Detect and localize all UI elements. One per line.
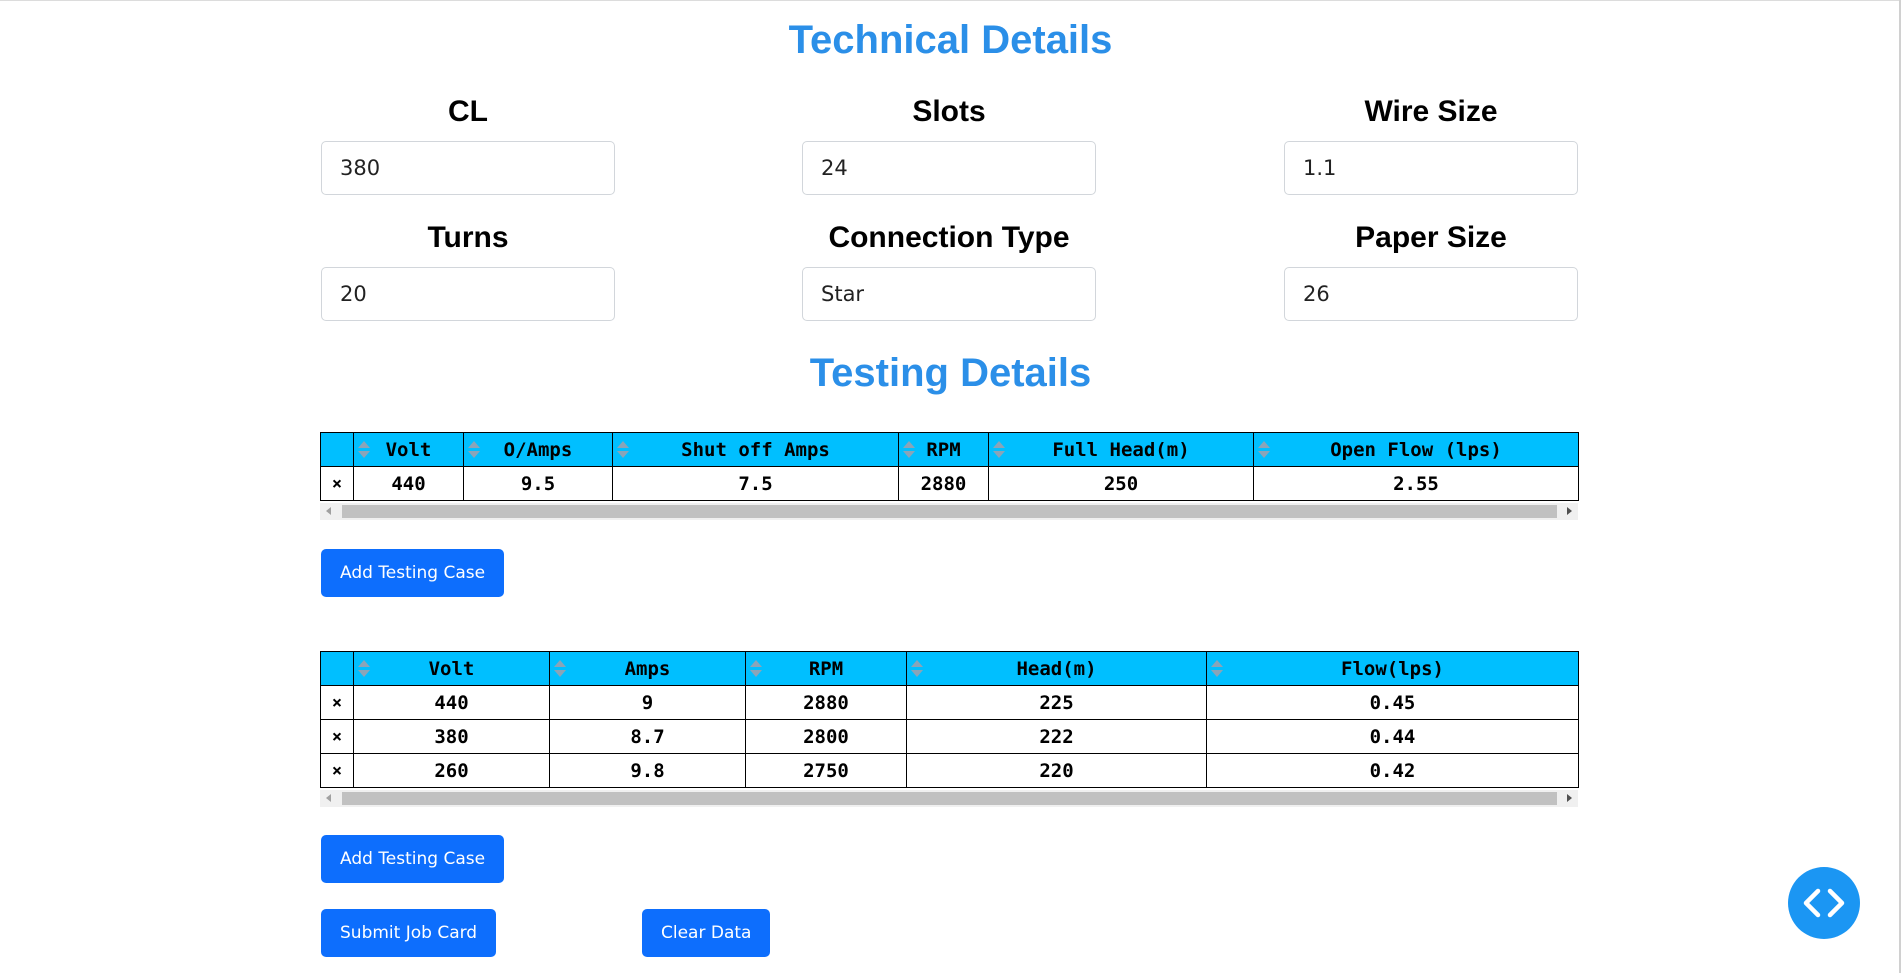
horizontal-scrollbar[interactable]	[320, 503, 1578, 520]
wire-size-label: Wire Size	[1364, 95, 1498, 128]
code-brackets-icon	[1803, 888, 1845, 918]
scroll-right-icon[interactable]	[1567, 507, 1572, 515]
add-testing-case-button-2[interactable]: Add Testing Case	[321, 835, 505, 883]
slots-label: Slots	[912, 95, 986, 128]
column-header[interactable]: Volt	[353, 432, 464, 467]
sort-icon[interactable]	[617, 441, 629, 458]
testing-grid-1: Volt O/Amps Shut off Amps RPM Full Head(…	[320, 432, 1579, 520]
table-cell[interactable]: 440	[353, 466, 464, 501]
column-header[interactable]: Full Head(m)	[988, 432, 1254, 467]
remove-row-button[interactable]: ×	[320, 753, 354, 788]
paper-size-label: Paper Size	[1355, 221, 1507, 254]
table-cell[interactable]: 9.8	[549, 753, 746, 788]
connection-type-input[interactable]	[802, 267, 1096, 321]
scroll-left-icon[interactable]	[326, 507, 331, 515]
table-cell[interactable]: 0.42	[1206, 753, 1579, 788]
horizontal-scrollbar[interactable]	[320, 790, 1578, 807]
column-header[interactable]: O/Amps	[463, 432, 613, 467]
table-cell[interactable]: 380	[353, 719, 550, 754]
table-row: × 440 9 2880 225 0.45	[320, 685, 1579, 720]
table-cell[interactable]: 225	[906, 685, 1207, 720]
sort-icon[interactable]	[993, 441, 1005, 458]
table-cell[interactable]: 222	[906, 719, 1207, 754]
remove-row-button[interactable]: ×	[320, 685, 354, 720]
table-cell[interactable]: 9.5	[463, 466, 613, 501]
table-cell[interactable]: 2880	[745, 685, 907, 720]
scroll-right-icon[interactable]	[1567, 794, 1572, 802]
top-divider	[0, 0, 1901, 1]
column-header[interactable]: Flow(lps)	[1206, 651, 1579, 686]
remove-column-header	[320, 432, 354, 467]
table-header-row: Volt O/Amps Shut off Amps RPM Full Head(…	[320, 432, 1579, 467]
table-cell[interactable]: 250	[988, 466, 1254, 501]
column-header[interactable]: Head(m)	[906, 651, 1207, 686]
clear-data-button[interactable]: Clear Data	[642, 909, 771, 957]
cl-input[interactable]	[321, 141, 615, 195]
table-cell[interactable]: 2880	[898, 466, 989, 501]
column-header[interactable]: RPM	[745, 651, 907, 686]
sort-icon[interactable]	[1258, 441, 1270, 458]
table-cell[interactable]: 260	[353, 753, 550, 788]
table-row: × 260 9.8 2750 220 0.42	[320, 753, 1579, 788]
sort-icon[interactable]	[1211, 660, 1223, 677]
remove-column-header	[320, 651, 354, 686]
remove-row-button[interactable]: ×	[320, 466, 354, 501]
sort-icon[interactable]	[358, 660, 370, 677]
table-header-row: Volt Amps RPM Head(m) Flow(lps)	[320, 651, 1579, 686]
sort-icon[interactable]	[903, 441, 915, 458]
table-cell[interactable]: 7.5	[612, 466, 899, 501]
table-cell[interactable]: 2800	[745, 719, 907, 754]
table-cell[interactable]: 8.7	[549, 719, 746, 754]
sort-icon[interactable]	[750, 660, 762, 677]
sort-icon[interactable]	[554, 660, 566, 677]
table-cell[interactable]: 440	[353, 685, 550, 720]
table-cell[interactable]: 0.45	[1206, 685, 1579, 720]
testing-grid-2: Volt Amps RPM Head(m) Flow(lps) × 440 9 …	[320, 651, 1579, 807]
column-header[interactable]: Shut off Amps	[612, 432, 899, 467]
wire-size-input[interactable]	[1284, 141, 1578, 195]
column-header[interactable]: Volt	[353, 651, 550, 686]
turns-input[interactable]	[321, 267, 615, 321]
remove-row-button[interactable]: ×	[320, 719, 354, 754]
scroll-left-icon[interactable]	[326, 794, 331, 802]
paper-size-input[interactable]	[1284, 267, 1578, 321]
table-cell[interactable]: 9	[549, 685, 746, 720]
table-cell[interactable]: 2750	[745, 753, 907, 788]
submit-job-card-button[interactable]: Submit Job Card	[321, 909, 497, 957]
table-cell[interactable]: 2.55	[1253, 466, 1579, 501]
table-cell[interactable]: 0.44	[1206, 719, 1579, 754]
turns-label: Turns	[427, 221, 509, 254]
sort-icon[interactable]	[468, 441, 480, 458]
column-header[interactable]: RPM	[898, 432, 989, 467]
scrollbar-thumb[interactable]	[342, 505, 1557, 518]
table-row: × 380 8.7 2800 222 0.44	[320, 719, 1579, 754]
column-header[interactable]: Amps	[549, 651, 746, 686]
slots-input[interactable]	[802, 141, 1096, 195]
add-testing-case-button[interactable]: Add Testing Case	[321, 549, 505, 597]
testing-table-1: Volt O/Amps Shut off Amps RPM Full Head(…	[320, 432, 1579, 501]
sort-icon[interactable]	[358, 441, 370, 458]
testing-table-2: Volt Amps RPM Head(m) Flow(lps) × 440 9 …	[320, 651, 1579, 788]
testing-details-title: Testing Details	[809, 351, 1092, 395]
column-header[interactable]: Open Flow (lps)	[1253, 432, 1579, 467]
table-row: × 440 9.5 7.5 2880 250 2.55	[320, 466, 1579, 501]
sort-icon[interactable]	[911, 660, 923, 677]
technical-details-title: Technical Details	[788, 18, 1113, 62]
connection-type-label: Connection Type	[828, 221, 1070, 254]
table-cell[interactable]: 220	[906, 753, 1207, 788]
scrollbar-thumb[interactable]	[342, 792, 1557, 805]
code-toggle-button[interactable]	[1788, 867, 1860, 939]
cl-label: CL	[448, 95, 488, 128]
